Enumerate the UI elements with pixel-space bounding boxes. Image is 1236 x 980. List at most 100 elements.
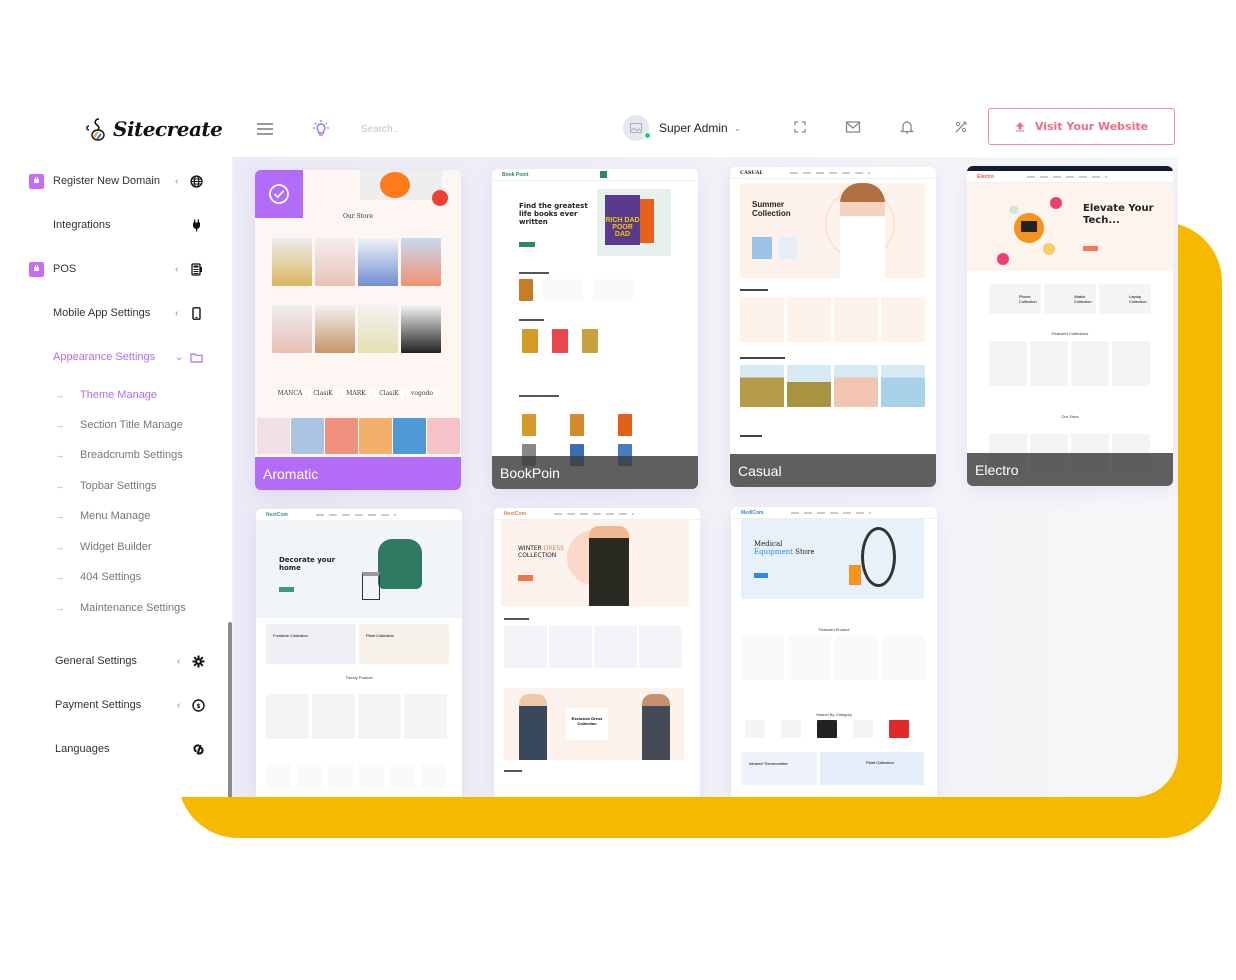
sidebar-item-languages[interactable]: Languages <box>25 737 215 761</box>
submenu-item-label: Section Title Manage <box>80 419 183 431</box>
preview-hero-title: Elevate Your Tech... <box>1083 203 1154 226</box>
preview-logo: NextCom <box>266 512 288 518</box>
sidebar-item-label: Payment Settings <box>55 699 142 711</box>
svg-text:$: $ <box>196 703 200 710</box>
section-heading: Featured Collections <box>1051 331 1089 336</box>
submenu-item-label: Widget Builder <box>80 541 152 553</box>
theme-name: Casual <box>730 454 936 487</box>
theme-card-fashion[interactable]: NextCom WINTER DRESS COLLECTION Exclusiv… <box>494 508 700 797</box>
submenu-item-label: Menu Manage <box>80 510 151 522</box>
cache-clear-icon[interactable] <box>953 119 969 135</box>
preview-hero-subtitle: Store <box>792 548 815 557</box>
theme-card-medical[interactable]: MediCom Medical Equipment Store Featured … <box>731 507 937 797</box>
arrow-right-icon: → <box>55 572 64 582</box>
theme-name: Aromatic <box>255 457 461 490</box>
admin-app-window: Sitecreate Super Admin ⌄ <box>25 100 1178 797</box>
sidebar-item-payment-settings[interactable]: Payment Settings ‹ $ <box>25 693 215 717</box>
top-header: Sitecreate Super Admin ⌄ <box>25 100 1178 157</box>
sidebar-item-pos[interactable]: POS ‹ <box>25 257 215 281</box>
theme-preview: Our Store MANCA ClasiK MARK ClasiK vogod… <box>255 170 461 490</box>
preview-hero-title: Find the greatest life books ever writte… <box>519 202 588 227</box>
sidebar-item-label: POS <box>53 263 77 275</box>
collection-label: Laptop Collection <box>1099 284 1151 314</box>
book-cover: RICH DAD POOR DAD <box>605 195 640 245</box>
preview-hero-title: Decorate your home <box>279 556 336 573</box>
submenu-item-404-settings[interactable]: → 404 Settings <box>25 567 215 587</box>
sidebar-item-label: Languages <box>55 743 110 755</box>
sidebar-item-mobile-app-settings[interactable]: Mobile App Settings ‹ <box>25 301 215 325</box>
chevron-left-icon: ‹ <box>175 307 179 319</box>
sidebar-item-label: General Settings <box>55 655 137 667</box>
theme-preview: MediCom Medical Equipment Store Featured … <box>731 507 937 797</box>
user-menu[interactable]: Super Admin ⌄ <box>623 115 741 141</box>
theme-card-electro[interactable]: Electro Elevate Your Tech... Phone Colle… <box>967 166 1173 486</box>
arrow-right-icon: → <box>55 542 64 552</box>
submenu-item-widget-builder[interactable]: → Widget Builder <box>25 537 215 557</box>
arrow-right-icon: → <box>55 603 64 613</box>
bell-icon[interactable] <box>899 119 915 135</box>
theme-gallery: Our Store MANCA ClasiK MARK ClasiK vogod… <box>233 157 1178 797</box>
collection-label: Phone Collection <box>989 284 1041 314</box>
arrow-right-icon: → <box>55 481 64 491</box>
logo-text: Sitecreate <box>113 117 223 141</box>
collection-label: Watch Collection <box>1044 284 1096 314</box>
sidebar-item-general-settings[interactable]: General Settings ‹ <box>25 649 215 673</box>
plug-icon <box>193 219 200 231</box>
chevron-down-icon: ⌄ <box>733 122 742 133</box>
arrow-right-icon: → <box>55 511 64 521</box>
sidebar-scrollbar[interactable] <box>228 622 232 797</box>
preview-logo: Book Point <box>502 172 529 178</box>
theme-card-furniture[interactable]: NextCom Decorate your home Furniture Col… <box>256 509 462 797</box>
theme-card-aromatic[interactable]: Our Store MANCA ClasiK MARK ClasiK vogod… <box>255 170 461 490</box>
theme-card-bookpoin[interactable]: Book Point Find the greatest life books … <box>492 169 698 489</box>
sidebar-item-integrations[interactable]: Integrations <box>25 213 215 237</box>
collection-label: Infrared Thermometer <box>741 752 817 785</box>
theme-name: BookPoin <box>492 456 698 489</box>
mail-icon[interactable] <box>845 119 861 135</box>
theme-preview: CASUAL Summer Collection <box>730 167 936 487</box>
collection-label: Furniture Collection <box>266 624 356 664</box>
logo[interactable]: Sitecreate <box>85 116 223 142</box>
theme-preview: Electro Elevate Your Tech... Phone Colle… <box>967 166 1173 486</box>
chevron-left-icon: ‹ <box>177 699 181 711</box>
plugin-badge-icon <box>29 173 44 189</box>
preview-logo: MediCom <box>741 510 764 516</box>
user-name: Super Admin <box>659 121 728 135</box>
sidebar-item-register-domain[interactable]: Register New Domain ‹ <box>25 169 215 193</box>
search-input[interactable] <box>361 118 611 140</box>
preview-logo: CASUAL <box>740 170 764 176</box>
submenu-item-section-title-manage[interactable]: → Section Title Manage <box>25 415 215 435</box>
sidebar: Register New Domain ‹ Integrations POS ‹… <box>25 157 233 797</box>
preview-hero-subtitle: COLLECTION <box>518 551 557 559</box>
preview-hero-accent: Equipment <box>754 548 793 557</box>
chevron-left-icon: ‹ <box>175 263 179 275</box>
fullscreen-icon[interactable] <box>792 119 808 135</box>
upload-icon <box>1015 121 1025 131</box>
gear-icon <box>192 655 205 667</box>
submenu-item-label: Maintenance Settings <box>80 602 186 614</box>
selected-check-icon <box>255 170 303 218</box>
sidebar-item-appearance-settings[interactable]: Appearance Settings ⌄ <box>25 345 215 369</box>
lightbulb-icon[interactable] <box>312 119 330 137</box>
sidebar-item-label: Integrations <box>53 219 111 231</box>
visit-website-label: Visit Your Website <box>1034 120 1149 133</box>
avatar <box>623 115 651 141</box>
sidebar-item-label: Register New Domain <box>53 175 160 187</box>
chevron-down-icon: ⌄ <box>175 351 184 363</box>
submenu-item-menu-manage[interactable]: → Menu Manage <box>25 506 215 526</box>
theme-name: Electro <box>967 453 1173 486</box>
theme-card-casual[interactable]: CASUAL Summer Collection Casual <box>730 167 936 487</box>
visit-website-button[interactable]: Visit Your Website <box>988 108 1175 145</box>
submenu-item-maintenance-settings[interactable]: → Maintenance Settings <box>25 598 215 618</box>
submenu-item-breadcrumb-settings[interactable]: → Breadcrumb Settings <box>25 445 215 465</box>
sidebar-item-label: Mobile App Settings <box>53 307 151 319</box>
submenu-item-theme-manage[interactable]: → Theme Manage <box>25 385 215 405</box>
calculator-icon <box>191 262 202 276</box>
brand-logo: vogodo <box>407 390 437 397</box>
brand-logo: ClasiK <box>374 390 404 397</box>
theme-preview: NextCom WINTER DRESS COLLECTION Exclusiv… <box>494 508 700 797</box>
submenu-item-topbar-settings[interactable]: → Topbar Settings <box>25 476 215 496</box>
menu-icon[interactable] <box>257 123 273 135</box>
plugin-badge-icon <box>29 261 44 277</box>
submenu-item-label: Theme Manage <box>80 389 158 401</box>
